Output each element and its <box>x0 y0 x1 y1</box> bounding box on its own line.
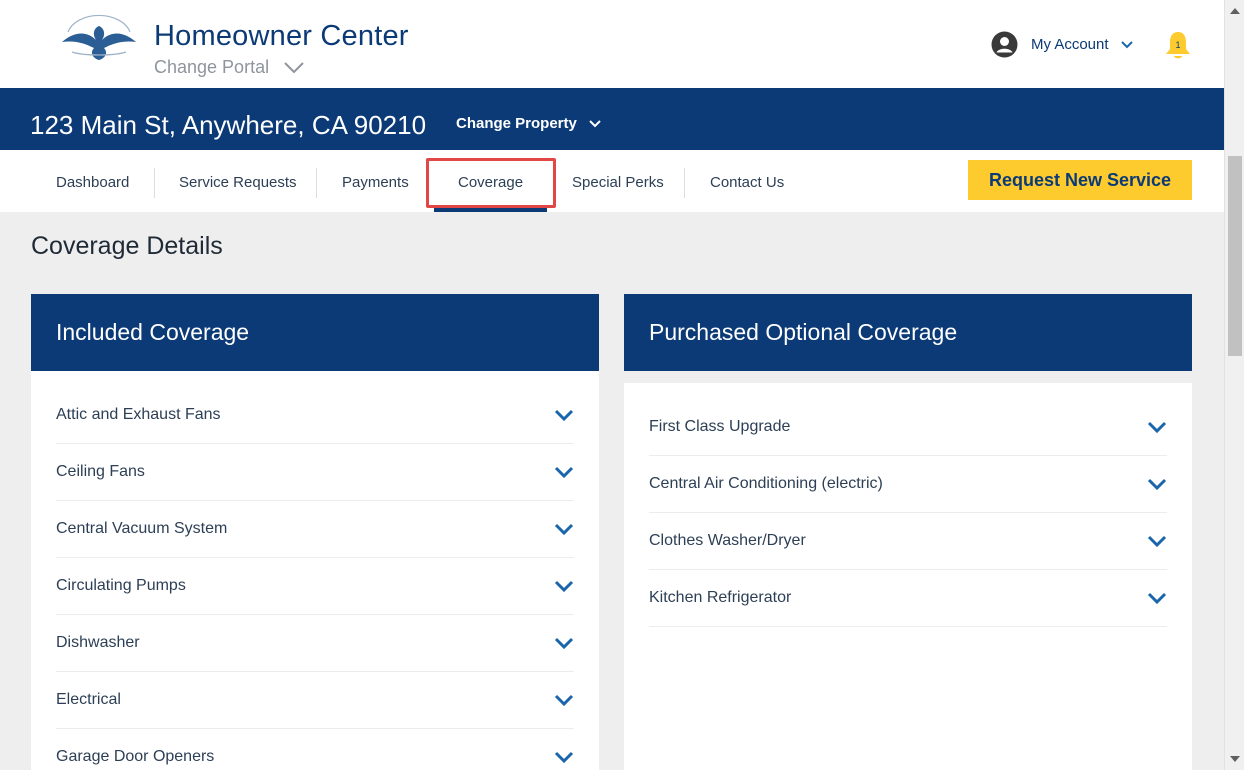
coverage-item-label: Garage Door Openers <box>56 748 215 765</box>
nav-divider <box>154 168 155 198</box>
my-account-menu[interactable]: My Account <box>991 31 1133 58</box>
chevron-down-icon <box>1147 535 1167 547</box>
coverage-item-attic-fans[interactable]: Attic and Exhaust Fans <box>56 387 574 444</box>
change-property-label: Change Property <box>456 115 577 132</box>
included-coverage-header: Included Coverage <box>31 294 599 371</box>
card-gap <box>624 371 1192 383</box>
user-avatar-icon <box>991 31 1018 58</box>
chevron-down-icon <box>1147 478 1167 490</box>
page-scrollbar[interactable] <box>1224 0 1244 770</box>
page-title: Coverage Details <box>31 232 223 260</box>
tab-special-perks[interactable]: Special Perks <box>572 174 664 191</box>
coverage-item-circulating-pumps[interactable]: Circulating Pumps <box>56 558 574 615</box>
coverage-item-label: Attic and Exhaust Fans <box>56 406 221 423</box>
my-account-label: My Account <box>1031 36 1109 53</box>
coverage-item-label: Electrical <box>56 691 121 708</box>
change-property-dropdown[interactable]: Change Property <box>456 115 601 132</box>
coverage-item-central-vacuum[interactable]: Central Vacuum System <box>56 501 574 558</box>
coverage-item-label: Kitchen Refrigerator <box>649 589 792 606</box>
coverage-item-label: Ceiling Fans <box>56 463 145 480</box>
chevron-down-icon <box>554 751 574 763</box>
chevron-down-icon <box>1147 421 1167 433</box>
coverage-item-first-class-upgrade[interactable]: First Class Upgrade <box>649 399 1167 456</box>
included-coverage-title: Included Coverage <box>56 319 250 345</box>
eagle-logo-icon[interactable] <box>58 12 140 66</box>
optional-coverage-list: First Class Upgrade Central Air Conditio… <box>624 383 1192 627</box>
included-coverage-list: Attic and Exhaust Fans Ceiling Fans Cent… <box>31 371 599 770</box>
request-new-service-button[interactable]: Request New Service <box>968 160 1192 200</box>
coverage-item-label: Dishwasher <box>56 634 140 651</box>
coverage-item-garage-door-openers[interactable]: Garage Door Openers <box>56 729 574 770</box>
coverage-item-label: Circulating Pumps <box>56 577 186 594</box>
chevron-down-icon <box>1147 592 1167 604</box>
optional-coverage-title: Purchased Optional Coverage <box>649 319 958 345</box>
chevron-down-icon <box>554 637 574 649</box>
coverage-item-label: First Class Upgrade <box>649 418 791 435</box>
included-coverage-card: Included Coverage Attic and Exhaust Fans… <box>31 294 599 770</box>
chevron-down-icon <box>554 694 574 706</box>
tab-dashboard[interactable]: Dashboard <box>56 174 129 191</box>
main-content: Coverage Details Included Coverage Attic… <box>0 212 1224 770</box>
optional-coverage-header: Purchased Optional Coverage <box>624 294 1192 371</box>
coverage-item-label: Central Air Conditioning (electric) <box>649 475 883 492</box>
coverage-item-central-air[interactable]: Central Air Conditioning (electric) <box>649 456 1167 513</box>
tab-service-requests[interactable]: Service Requests <box>179 174 297 191</box>
chevron-down-icon <box>284 62 304 74</box>
tab-contact-us[interactable]: Contact Us <box>710 174 784 191</box>
coverage-item-label: Central Vacuum System <box>56 520 228 537</box>
change-portal-label: Change Portal <box>154 57 270 77</box>
notification-count: 1 <box>1175 40 1180 50</box>
nav-divider <box>316 168 317 198</box>
chevron-down-icon <box>1120 40 1133 48</box>
coverage-item-label: Clothes Washer/Dryer <box>649 532 806 549</box>
property-address: 123 Main St, Anywhere, CA 90210 <box>30 110 427 140</box>
app-header: Homeowner Center Change Portal My Accoun… <box>0 0 1224 88</box>
chevron-down-icon <box>554 466 574 478</box>
tab-payments[interactable]: Payments <box>342 174 409 191</box>
chevron-down-icon <box>554 580 574 592</box>
optional-coverage-card: Purchased Optional Coverage First Class … <box>624 294 1192 770</box>
chevron-down-icon <box>554 409 574 421</box>
notifications-bell-icon[interactable]: 1 <box>1163 29 1193 61</box>
chevron-down-icon <box>554 523 574 535</box>
scroll-down-arrow-icon[interactable] <box>1230 756 1240 762</box>
property-bar: 123 Main St, Anywhere, CA 90210 Change P… <box>0 88 1224 150</box>
scroll-up-arrow-icon[interactable] <box>1230 8 1240 14</box>
chevron-down-icon <box>589 119 601 127</box>
app-title: Homeowner Center <box>154 20 409 52</box>
change-portal-dropdown[interactable]: Change Portal <box>154 57 305 78</box>
coverage-item-ceiling-fans[interactable]: Ceiling Fans <box>56 444 574 501</box>
nav-divider <box>684 168 685 198</box>
tab-coverage[interactable]: Coverage <box>458 174 523 191</box>
coverage-item-kitchen-refrigerator[interactable]: Kitchen Refrigerator <box>649 570 1167 627</box>
coverage-item-dishwasher[interactable]: Dishwasher <box>56 615 574 672</box>
coverage-item-electrical[interactable]: Electrical <box>56 672 574 729</box>
coverage-item-washer-dryer[interactable]: Clothes Washer/Dryer <box>649 513 1167 570</box>
scroll-thumb[interactable] <box>1228 156 1242 356</box>
